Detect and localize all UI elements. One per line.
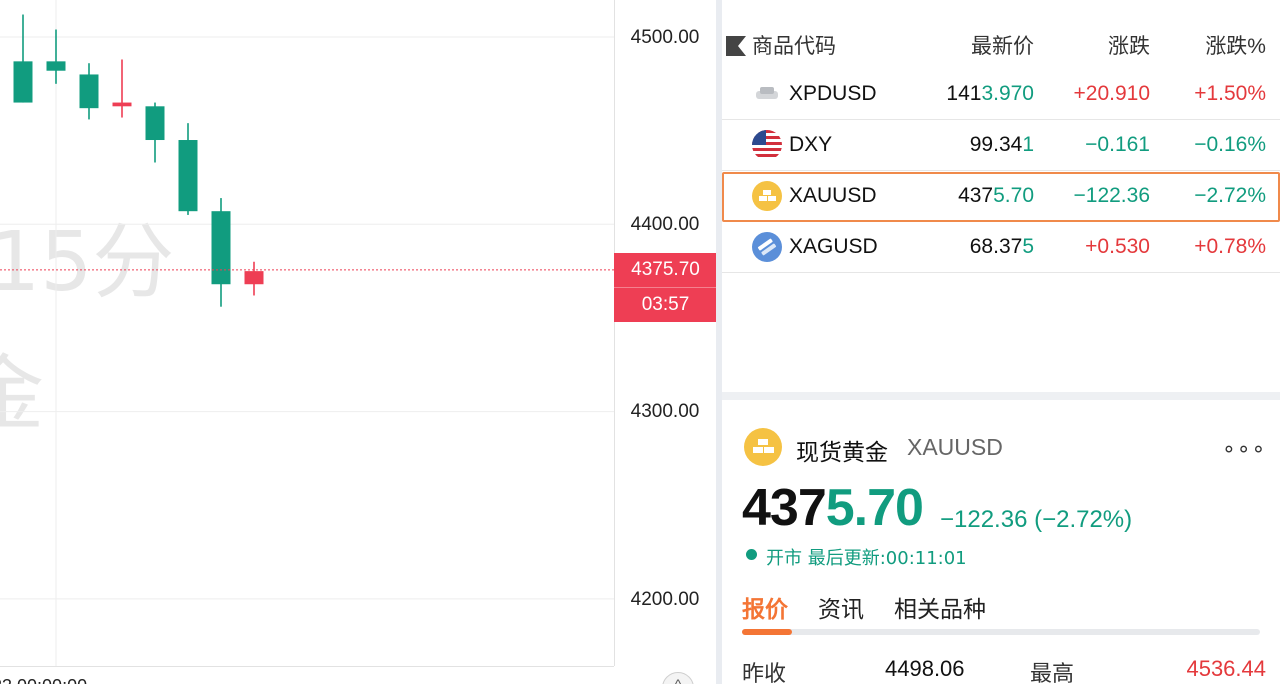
watchlist-row-dxy[interactable]: DXY 99.341 −0.161 −0.16% <box>722 121 1280 171</box>
prev-close-value: 4498.06 <box>885 656 965 681</box>
candlestick-chart-pane[interactable]: ,15分 金 4500.00 4400.00 4300.00 4200.00 4… <box>0 0 716 684</box>
tab-track <box>742 629 1260 635</box>
watchlist-row-xagusd[interactable]: XAGUSD 68.375 +0.530 +0.78% <box>722 223 1280 273</box>
last-price: 4375.70 <box>958 184 1034 207</box>
tab-quote[interactable]: 报价 <box>742 590 788 624</box>
watchlist-row-xpdusd[interactable]: XPDUSD 1413.970 +20.910 +1.50% <box>722 70 1280 120</box>
candle-body <box>46 61 66 71</box>
header-change[interactable]: 涨跌 <box>1108 30 1150 60</box>
prev-close-label: 昨收 <box>742 662 787 684</box>
candle-body <box>211 211 231 285</box>
change-pct-value: +0.78% <box>1194 235 1266 258</box>
us-flag-icon <box>752 130 782 160</box>
gold-bars-icon <box>752 181 782 211</box>
tab-related[interactable]: 相关品种 <box>894 590 986 624</box>
last-price: 68.375 <box>969 235 1034 258</box>
market-status: 开市 最后更新:00:11:01 <box>766 548 967 569</box>
symbol-label: XAGUSD <box>789 235 878 258</box>
change-pct-value: +1.50% <box>1194 82 1266 105</box>
palladium-bar-icon <box>752 79 782 109</box>
candle-body <box>145 106 165 141</box>
candle-body <box>178 140 198 212</box>
symbol-label: DXY <box>789 133 833 156</box>
candlestick-chart[interactable] <box>0 0 716 684</box>
instrument-name: 现货黄金 <box>796 440 888 466</box>
more-options-icon[interactable]: ∘∘∘ <box>1222 436 1266 462</box>
change-value: −122.36 <box>1073 184 1151 207</box>
high-label: 最高 <box>1030 662 1075 684</box>
candle-body <box>244 271 264 285</box>
tab-active-indicator <box>742 629 792 635</box>
current-price-tag: 4375.70 03:57 <box>614 253 716 322</box>
last-price: 99.341 <box>969 133 1034 156</box>
header-symbol[interactable]: 商品代码 <box>752 30 836 60</box>
watchlist-panel: 商品代码 最新价 涨跌 涨跌% XPDUSD 1413.970 +20.910 … <box>722 0 1280 392</box>
price-axis-label: 4300.00 <box>630 401 700 422</box>
symbol-label: XAUUSD <box>789 184 877 207</box>
detail-last-price: 4375.70 <box>742 479 924 537</box>
candle-countdown: 03:57 <box>641 294 690 315</box>
price-axis-label: 4200.00 <box>630 589 700 610</box>
current-price-value: 4375.70 <box>614 253 716 288</box>
instrument-code: XAUUSD <box>907 434 1003 460</box>
change-value: +20.910 <box>1073 82 1151 105</box>
symbol-label: XPDUSD <box>789 82 877 105</box>
panel-separator <box>722 392 1280 400</box>
last-price: 1413.970 <box>946 82 1034 105</box>
change-value: +0.530 <box>1085 235 1150 258</box>
high-value: 4536.44 <box>1186 656 1266 681</box>
change-value: −0.161 <box>1085 133 1150 156</box>
header-change-pct[interactable]: 涨跌% <box>1205 30 1266 60</box>
gold-bars-icon <box>744 428 782 466</box>
market-open-dot <box>746 549 757 560</box>
time-axis-label: 23 00:00:00 <box>0 676 87 684</box>
candle-body <box>13 61 33 103</box>
instrument-detail-panel: 现货黄金 XAUUSD ∘∘∘ 4375.70 −122.36 (−2.72%)… <box>722 400 1280 684</box>
watchlist-row-xauusd[interactable]: XAUUSD 4375.70 −122.36 −2.72% <box>722 172 1280 222</box>
change-pct-value: −0.16% <box>1194 133 1266 156</box>
tab-news[interactable]: 资讯 <box>818 590 864 624</box>
change-pct-value: −2.72% <box>1194 184 1266 207</box>
price-axis-label: 4400.00 <box>630 214 700 235</box>
silver-bars-icon <box>752 232 782 262</box>
header-price[interactable]: 最新价 <box>971 30 1034 60</box>
candle-body <box>79 74 99 109</box>
candle-body <box>112 102 132 107</box>
flag-icon[interactable] <box>724 36 746 56</box>
price-axis-label: 4500.00 <box>630 27 700 48</box>
watchlist-header: 商品代码 最新价 涨跌 涨跌% <box>722 30 1280 60</box>
detail-change: −122.36 (−2.72%) <box>940 506 1133 533</box>
